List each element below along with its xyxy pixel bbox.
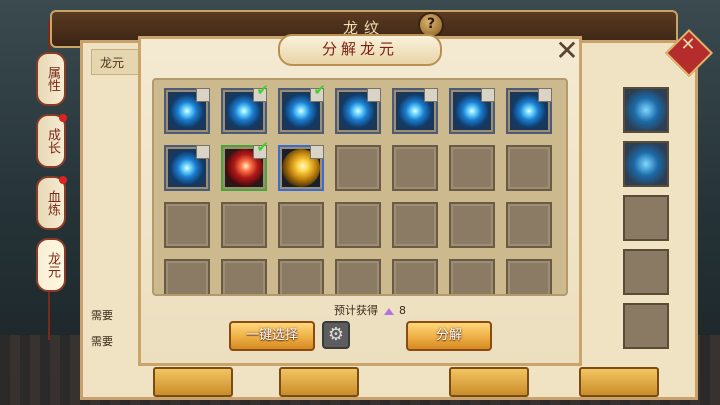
empty-slot[interactable] bbox=[278, 259, 324, 294]
item-grid-frame: ✔ ✔ ✔ bbox=[152, 78, 568, 296]
select-checkbox[interactable] bbox=[538, 88, 552, 102]
back-grid bbox=[623, 87, 693, 357]
empty-slot[interactable] bbox=[449, 259, 495, 294]
blue-orb-slot[interactable] bbox=[449, 88, 495, 134]
empty-slot[interactable] bbox=[335, 145, 381, 191]
red-orb-slot[interactable]: ✔ bbox=[221, 140, 269, 191]
empty-slot[interactable] bbox=[506, 202, 552, 248]
empty-slot[interactable] bbox=[278, 202, 324, 248]
empty-slot[interactable] bbox=[164, 259, 210, 294]
blue-orb-slot[interactable] bbox=[392, 88, 438, 134]
tab-blood-refine[interactable]: 血炼 bbox=[36, 176, 67, 230]
decompose-button[interactable]: 分解 bbox=[406, 321, 492, 351]
checkmark-icon: ✔ bbox=[313, 81, 326, 99]
close-icon[interactable]: ✕ bbox=[554, 37, 580, 66]
side-tabs: 属性 成长 血炼 龙元 bbox=[36, 52, 67, 300]
back-empty-cell[interactable] bbox=[623, 249, 669, 295]
tab-blood-refine-label: 血炼 bbox=[45, 190, 60, 216]
estimate-value: 8 bbox=[399, 304, 406, 317]
select-checkbox[interactable] bbox=[196, 145, 210, 159]
empty-slot[interactable] bbox=[221, 202, 267, 248]
blue-orb-slot[interactable] bbox=[506, 88, 552, 134]
blue-orb-slot[interactable] bbox=[335, 88, 381, 134]
back-action-button-1[interactable] bbox=[153, 367, 233, 397]
back-action-button-2[interactable] bbox=[279, 367, 359, 397]
empty-slot[interactable] bbox=[335, 202, 381, 248]
select-all-button[interactable]: 一键选择 bbox=[229, 321, 315, 351]
gem-icon bbox=[383, 307, 394, 315]
dialog-title: 分解龙元 bbox=[278, 34, 442, 66]
empty-slot[interactable] bbox=[449, 145, 495, 191]
blue-orb-slot[interactable] bbox=[164, 145, 210, 191]
empty-slot[interactable] bbox=[164, 202, 210, 248]
back-empty-cell[interactable] bbox=[623, 195, 669, 241]
back-action-button-3[interactable] bbox=[449, 367, 529, 397]
tab-attributes-label: 属性 bbox=[45, 66, 60, 92]
empty-slot[interactable] bbox=[506, 259, 552, 294]
select-checkbox[interactable] bbox=[481, 88, 495, 102]
tab-dragon-essence[interactable]: 龙元 bbox=[36, 238, 66, 292]
empty-slot[interactable] bbox=[221, 259, 267, 294]
back-orb-cell[interactable] bbox=[623, 141, 669, 187]
checkmark-icon: ✔ bbox=[256, 81, 269, 99]
blue-orb-slot[interactable]: ✔ bbox=[278, 83, 326, 134]
window-close-icon[interactable]: ✕ bbox=[672, 34, 704, 55]
select-checkbox[interactable] bbox=[196, 88, 210, 102]
notification-dot bbox=[59, 114, 67, 122]
empty-slot[interactable] bbox=[449, 202, 495, 248]
empty-slot[interactable] bbox=[392, 202, 438, 248]
select-checkbox[interactable] bbox=[367, 88, 381, 102]
tab-attributes[interactable]: 属性 bbox=[36, 52, 66, 106]
back-action-button-4[interactable] bbox=[579, 367, 659, 397]
gold-orb-slot[interactable] bbox=[278, 145, 324, 191]
need-label-2: 需要 bbox=[91, 335, 113, 348]
empty-slot[interactable] bbox=[506, 145, 552, 191]
estimate-row: 预计获得 8 bbox=[300, 302, 440, 318]
need-label-1: 需要 bbox=[91, 309, 113, 322]
blue-orb-slot[interactable]: ✔ bbox=[221, 83, 269, 134]
tab-dragon-essence-label: 龙元 bbox=[45, 252, 60, 278]
notification-dot bbox=[59, 176, 67, 184]
gear-icon[interactable]: ⚙ bbox=[322, 321, 350, 349]
select-checkbox[interactable] bbox=[310, 145, 324, 159]
empty-slot[interactable] bbox=[392, 145, 438, 191]
select-checkbox[interactable] bbox=[424, 88, 438, 102]
tab-cord-top bbox=[48, 20, 50, 50]
tab-growth-label: 成长 bbox=[45, 128, 60, 154]
checkmark-icon: ✔ bbox=[256, 138, 269, 156]
tab-growth[interactable]: 成长 bbox=[36, 114, 67, 168]
estimate-label: 预计获得 bbox=[334, 304, 378, 317]
blue-orb-slot[interactable] bbox=[164, 88, 210, 134]
back-empty-cell[interactable] bbox=[623, 303, 669, 349]
back-orb-cell[interactable] bbox=[623, 87, 669, 133]
empty-slot[interactable] bbox=[392, 259, 438, 294]
empty-slot[interactable] bbox=[335, 259, 381, 294]
